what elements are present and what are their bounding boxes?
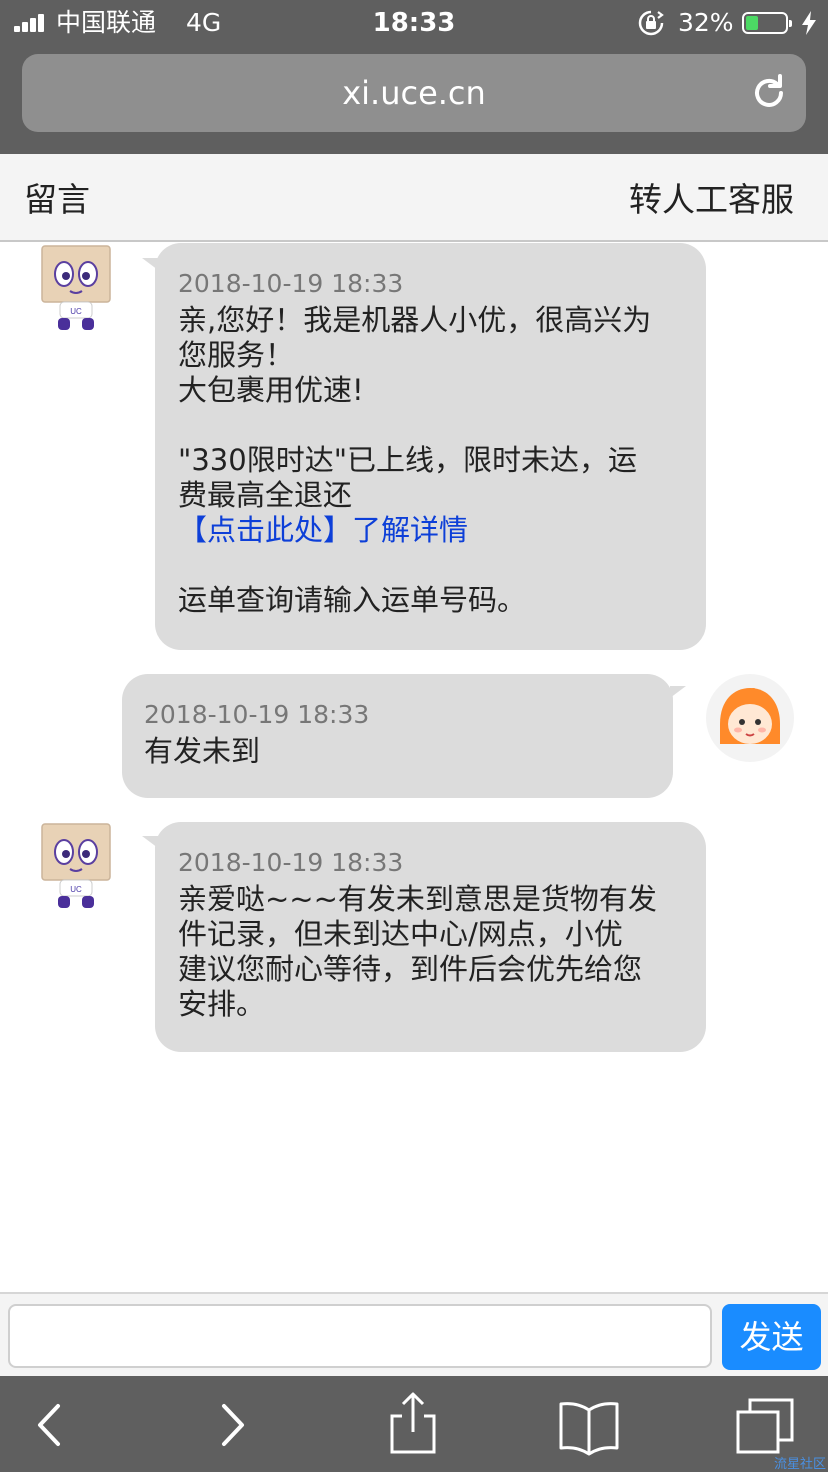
battery-percent: 32% <box>678 8 734 37</box>
address-bar[interactable]: xi.uce.cn <box>22 54 806 132</box>
bot-message-bubble: 2018-10-19 18:33 亲爱哒~~~有发未到意思是货物有发 件记录，但… <box>155 822 706 1052</box>
bot-avatar: UC <box>41 823 111 908</box>
leave-message-button[interactable]: 留言 <box>24 180 90 220</box>
user-avatar <box>706 674 794 762</box>
charging-bolt-icon <box>802 11 816 35</box>
bot-avatar: UC <box>41 245 111 330</box>
status-bar: 中国联通 4G 18:33 32% <box>0 0 828 46</box>
url-text: xi.uce.cn <box>342 74 486 112</box>
forward-icon[interactable] <box>196 1390 266 1460</box>
bot-message-bubble: 2018-10-19 18:33 亲,您好！我是机器人小优，很高兴为 您服务！ … <box>155 243 706 650</box>
details-link[interactable]: 【点击此处】了解详情 <box>178 513 468 547</box>
send-button[interactable]: 发送 <box>722 1304 821 1370</box>
rotation-lock-icon <box>638 10 664 36</box>
svg-text:UC: UC <box>70 307 82 316</box>
user-message-bubble: 2018-10-19 18:33 有发未到 <box>122 674 673 798</box>
share-icon[interactable] <box>378 1390 448 1460</box>
message-text: 有发未到 <box>144 734 261 768</box>
message-text: 亲爱哒~~~有发未到意思是货物有发 件记录，但未到达中心/网点，小优 建议您耐心… <box>178 882 657 1021</box>
promo-text: "330限时达"已上线，限时未达，运 费最高全退还 <box>178 443 638 512</box>
reload-icon[interactable] <box>750 74 788 112</box>
message-timestamp: 2018-10-19 18:33 <box>178 848 404 877</box>
svg-text:UC: UC <box>70 885 82 894</box>
back-icon[interactable] <box>14 1390 84 1460</box>
browser-chrome: 中国联通 4G 18:33 32% xi.uce.cn <box>0 0 828 154</box>
human-agent-button[interactable]: 转人工客服 <box>629 180 794 220</box>
battery-icon <box>742 12 792 34</box>
bookmarks-icon[interactable] <box>554 1390 624 1460</box>
message-text: 亲,您好！我是机器人小优，很高兴为 您服务！ 大包裹用优速! <box>178 303 652 407</box>
message-input[interactable] <box>8 1304 712 1368</box>
message-input-area: 发送 <box>0 1292 828 1376</box>
message-timestamp: 2018-10-19 18:33 <box>144 700 370 729</box>
tabs-icon[interactable] <box>730 1390 800 1460</box>
message-timestamp: 2018-10-19 18:33 <box>178 269 404 298</box>
browser-toolbar: 流星社区 <box>0 1376 828 1472</box>
message-footer: 运单查询请输入运单号码。 <box>178 583 527 617</box>
watermark: 流星社区 <box>773 1457 826 1472</box>
page-header: 留言 转人工客服 <box>0 154 828 242</box>
